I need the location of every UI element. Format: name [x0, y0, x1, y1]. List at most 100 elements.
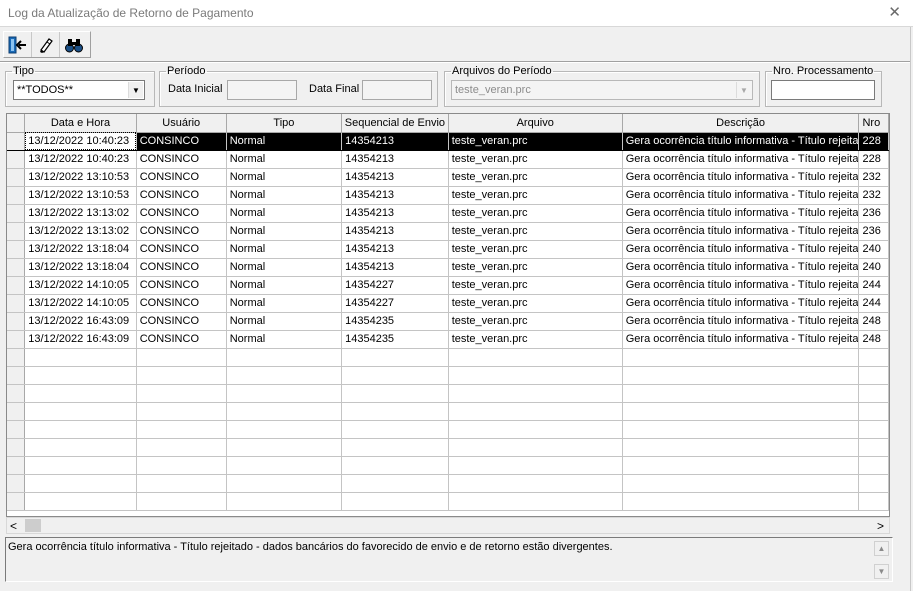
column-header[interactable]: Nro	[858, 114, 889, 133]
table-cell[interactable]: Normal	[226, 294, 343, 313]
table-cell[interactable]: 236	[858, 204, 889, 223]
search-button[interactable]	[60, 32, 88, 57]
row-indicator[interactable]	[7, 276, 26, 295]
table-cell[interactable]: teste_veran.prc	[448, 330, 623, 349]
table-cell[interactable]: CONSINCO	[136, 204, 227, 223]
table-cell[interactable]: CONSINCO	[136, 330, 227, 349]
table-cell[interactable]: Normal	[226, 204, 343, 223]
scroll-up-icon[interactable]: ▲	[874, 541, 889, 556]
table-cell[interactable]: 14354213	[341, 186, 449, 205]
table-cell[interactable]: 240	[858, 240, 889, 259]
table-cell[interactable]: Gera ocorrência título informativa - Tít…	[622, 240, 860, 259]
row-indicator[interactable]	[7, 168, 26, 187]
table-cell[interactable]: 236	[858, 222, 889, 241]
table-cell[interactable]: 14354213	[341, 204, 449, 223]
row-indicator[interactable]	[7, 294, 26, 313]
row-indicator[interactable]	[7, 312, 26, 331]
table-row[interactable]: 13/12/2022 13:18:04 CONSINCO Normal 1435421…	[7, 258, 889, 277]
table-row[interactable]: 13/12/2022 13:13:02 CONSINCO Normal 1435421…	[7, 222, 889, 241]
table-cell[interactable]: CONSINCO	[136, 150, 227, 169]
table-cell[interactable]: teste_veran.prc	[448, 132, 623, 151]
table-cell[interactable]: Gera ocorrência título informativa - Tít…	[622, 330, 860, 349]
table-cell[interactable]: CONSINCO	[136, 294, 227, 313]
column-header[interactable]: Descrição	[622, 114, 860, 133]
scroll-down-icon[interactable]: ▼	[874, 564, 889, 579]
table-cell[interactable]: 13/12/2022 10:40:23	[24, 150, 137, 169]
table-cell[interactable]: 13/12/2022 13:18:04	[24, 240, 137, 259]
column-header[interactable]: Data e Hora	[24, 114, 137, 133]
table-cell[interactable]: CONSINCO	[136, 132, 227, 151]
table-cell[interactable]: 14354213	[341, 168, 449, 187]
table-cell[interactable]: Gera ocorrência título informativa - Tít…	[622, 294, 860, 313]
table-cell[interactable]: CONSINCO	[136, 312, 227, 331]
table-cell[interactable]: 14354213	[341, 222, 449, 241]
table-row[interactable]: 13/12/2022 14:10:05 CONSINCO Normal 1435422…	[7, 276, 889, 295]
table-row[interactable]: 13/12/2022 16:43:09 CONSINCO Normal 1435423…	[7, 312, 889, 331]
table-cell[interactable]: teste_veran.prc	[448, 294, 623, 313]
row-indicator[interactable]	[7, 204, 26, 223]
table-cell[interactable]: 13/12/2022 13:10:53	[24, 186, 137, 205]
table-cell[interactable]: Gera ocorrência título informativa - Tít…	[622, 204, 860, 223]
arquivo-dropdown[interactable]: teste_veran.prc ▼	[451, 80, 753, 100]
table-cell[interactable]: Gera ocorrência título informativa - Tít…	[622, 222, 860, 241]
table-cell[interactable]: teste_veran.prc	[448, 222, 623, 241]
table-row[interactable]: 13/12/2022 13:10:53 CONSINCO Normal 1435421…	[7, 186, 889, 205]
table-cell[interactable]: 13/12/2022 14:10:05	[24, 276, 137, 295]
table-cell[interactable]: 14354235	[341, 330, 449, 349]
table-cell[interactable]: Gera ocorrência título informativa - Tít…	[622, 150, 860, 169]
table-cell[interactable]: Gera ocorrência título informativa - Tít…	[622, 312, 860, 331]
clear-button[interactable]	[32, 32, 60, 57]
row-indicator[interactable]	[7, 186, 26, 205]
table-cell[interactable]: 14354235	[341, 312, 449, 331]
table-cell[interactable]: Normal	[226, 222, 343, 241]
table-cell[interactable]: CONSINCO	[136, 222, 227, 241]
table-cell[interactable]: 14354227	[341, 276, 449, 295]
table-cell[interactable]: teste_veran.prc	[448, 168, 623, 187]
scroll-thumb[interactable]	[25, 519, 41, 532]
table-row[interactable]: 13/12/2022 10:40:23 CONSINCO Normal 1435421…	[7, 132, 889, 151]
table-cell[interactable]: teste_veran.prc	[448, 312, 623, 331]
table-cell[interactable]: CONSINCO	[136, 168, 227, 187]
nro-processamento-field[interactable]	[771, 80, 875, 100]
column-header[interactable]: Usuário	[136, 114, 227, 133]
table-cell[interactable]: CONSINCO	[136, 258, 227, 277]
table-cell[interactable]: Normal	[226, 150, 343, 169]
close-icon[interactable]: ✕	[888, 3, 901, 21]
table-cell[interactable]: 14354213	[341, 258, 449, 277]
table-cell[interactable]: 13/12/2022 13:13:02	[24, 222, 137, 241]
table-cell[interactable]: 13/12/2022 13:18:04	[24, 258, 137, 277]
row-indicator[interactable]	[7, 240, 26, 259]
table-cell[interactable]: Normal	[226, 330, 343, 349]
row-indicator[interactable]	[7, 222, 26, 241]
log-grid[interactable]: Data e Hora Usuário Tipo Sequencial de E…	[6, 113, 890, 517]
table-cell[interactable]: 14354213	[341, 240, 449, 259]
table-cell[interactable]: 228	[858, 150, 889, 169]
table-cell[interactable]: 244	[858, 294, 889, 313]
table-cell[interactable]: 248	[858, 330, 889, 349]
column-header[interactable]: Tipo	[226, 114, 343, 133]
table-row[interactable]: 13/12/2022 10:40:23 CONSINCO Normal 1435421…	[7, 150, 889, 169]
table-cell[interactable]: 13/12/2022 14:10:05	[24, 294, 137, 313]
table-cell[interactable]: 232	[858, 168, 889, 187]
table-cell[interactable]: 14354213	[341, 132, 449, 151]
row-indicator[interactable]	[7, 132, 26, 151]
table-cell[interactable]: 13/12/2022 16:43:09	[24, 330, 137, 349]
table-cell[interactable]: Normal	[226, 258, 343, 277]
table-cell[interactable]: teste_veran.prc	[448, 150, 623, 169]
table-cell[interactable]: 14354227	[341, 294, 449, 313]
table-cell[interactable]: Normal	[226, 276, 343, 295]
scroll-right-icon[interactable]: >	[877, 519, 884, 533]
table-cell[interactable]: teste_veran.prc	[448, 258, 623, 277]
table-cell[interactable]: 244	[858, 276, 889, 295]
description-memo[interactable]: Gera ocorrência título informativa - Tít…	[5, 537, 893, 582]
table-cell[interactable]: teste_veran.prc	[448, 186, 623, 205]
table-cell[interactable]: 14354213	[341, 150, 449, 169]
table-cell[interactable]: Gera ocorrência título informativa - Tít…	[622, 276, 860, 295]
table-cell[interactable]: Normal	[226, 132, 343, 151]
row-indicator[interactable]	[7, 258, 26, 277]
row-indicator[interactable]	[7, 330, 26, 349]
row-indicator[interactable]	[7, 150, 26, 169]
table-cell[interactable]: Gera ocorrência título informativa - Tít…	[622, 258, 860, 277]
scroll-left-icon[interactable]: <	[10, 519, 17, 533]
horizontal-scrollbar[interactable]: < >	[6, 517, 890, 534]
